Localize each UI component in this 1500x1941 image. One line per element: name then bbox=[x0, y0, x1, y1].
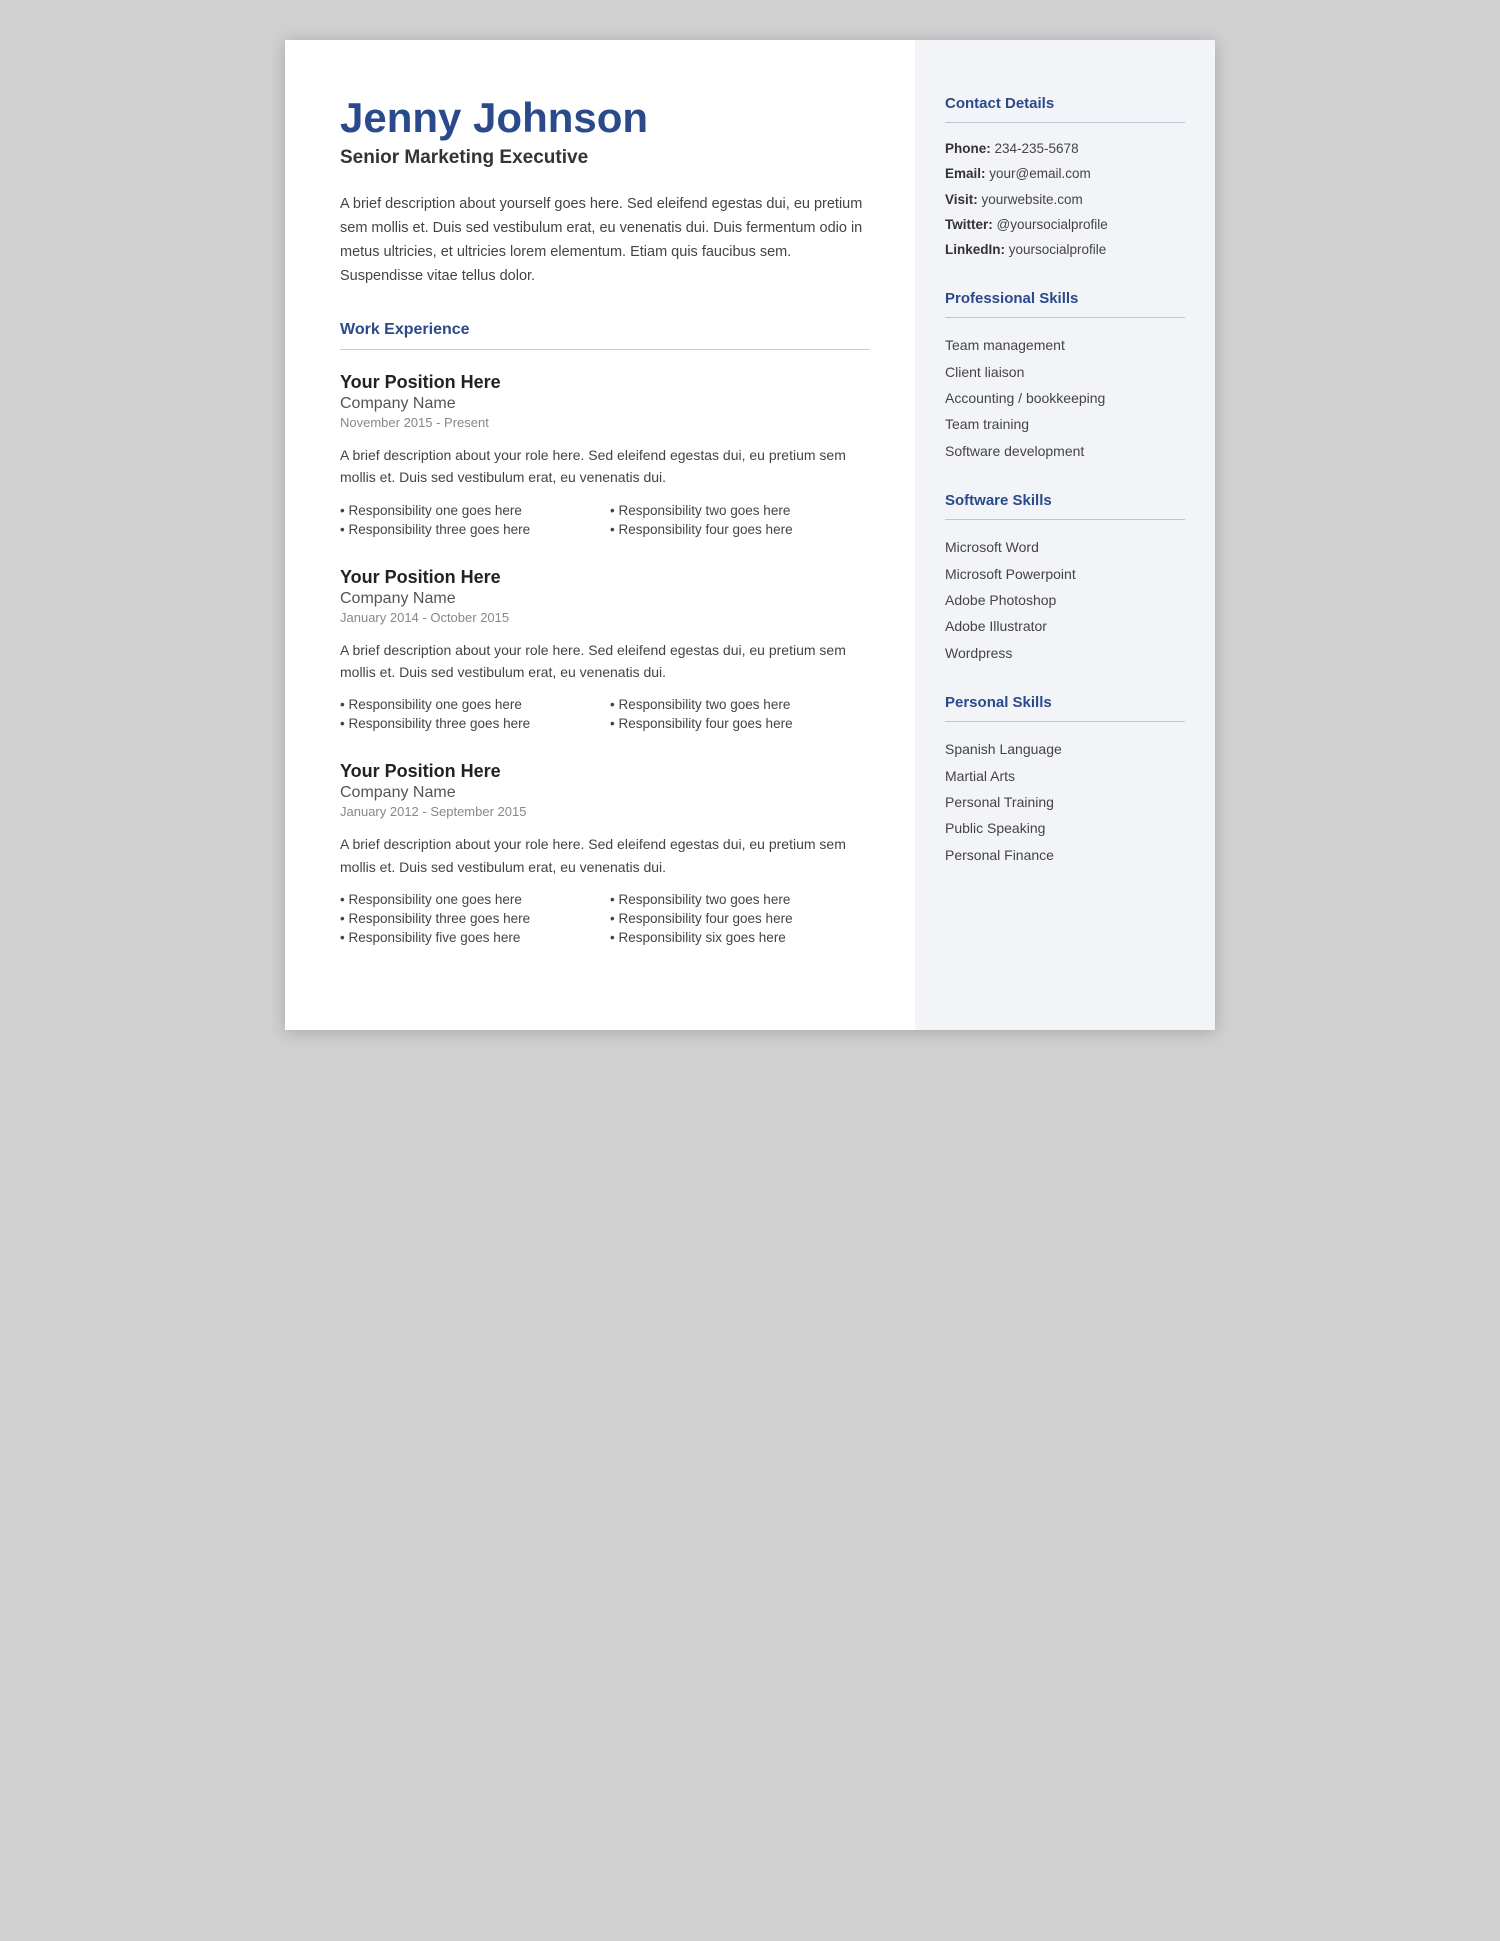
job-dates: January 2014 - October 2015 bbox=[340, 610, 870, 625]
skill-item: Personal Finance bbox=[945, 844, 1185, 866]
contact-section: Contact Details Phone: 234-235-5678 Email… bbox=[945, 95, 1185, 260]
contact-item: Email: your@email.com bbox=[945, 164, 1185, 184]
candidate-bio: A brief description about yourself goes … bbox=[340, 193, 870, 289]
personal-skills-divider bbox=[945, 721, 1185, 722]
responsibility-item: Responsibility six goes here bbox=[610, 930, 870, 945]
left-column: Jenny Johnson Senior Marketing Executive… bbox=[285, 40, 915, 1030]
contact-item: Twitter: @yoursocialprofile bbox=[945, 215, 1185, 235]
responsibility-item: Responsibility one goes here bbox=[340, 697, 600, 712]
skill-item: Client liaison bbox=[945, 361, 1185, 383]
job-dates: November 2015 - Present bbox=[340, 415, 870, 430]
software-skills-items: Microsoft Word Microsoft Powerpoint Adobe … bbox=[945, 536, 1185, 664]
professional-skills-heading: Professional Skills bbox=[945, 290, 1185, 307]
job-company: Company Name bbox=[340, 395, 870, 413]
responsibility-item: Responsibility one goes here bbox=[340, 503, 600, 518]
contact-divider bbox=[945, 122, 1185, 123]
job-dates: January 2012 - September 2015 bbox=[340, 804, 870, 819]
personal-skills-heading: Personal Skills bbox=[945, 694, 1185, 711]
job-0: Your Position Here Company Name November… bbox=[340, 372, 870, 537]
work-experience-divider bbox=[340, 349, 870, 350]
contact-heading: Contact Details bbox=[945, 95, 1185, 112]
responsibility-item: Responsibility four goes here bbox=[610, 716, 870, 731]
professional-skills-items: Team management Client liaison Accounting … bbox=[945, 334, 1185, 462]
skill-item: Accounting / bookkeeping bbox=[945, 387, 1185, 409]
job-title: Your Position Here bbox=[340, 372, 870, 393]
skill-item: Adobe Photoshop bbox=[945, 589, 1185, 611]
skill-item: Microsoft Word bbox=[945, 536, 1185, 558]
job-company: Company Name bbox=[340, 784, 870, 802]
skill-item: Adobe Illustrator bbox=[945, 615, 1185, 637]
skill-item: Spanish Language bbox=[945, 738, 1185, 760]
responsibility-item: Responsibility two goes here bbox=[610, 892, 870, 907]
skill-item: Public Speaking bbox=[945, 817, 1185, 839]
job-title: Your Position Here bbox=[340, 761, 870, 782]
software-skills-section: Software Skills Microsoft WordMicrosoft … bbox=[945, 492, 1185, 664]
right-column: Contact Details Phone: 234-235-5678 Email… bbox=[915, 40, 1215, 1030]
job-title: Your Position Here bbox=[340, 567, 870, 588]
jobs-container: Your Position Here Company Name November… bbox=[340, 372, 870, 945]
job-description: A brief description about your role here… bbox=[340, 833, 870, 878]
skill-item: Microsoft Powerpoint bbox=[945, 563, 1185, 585]
responsibility-item: Responsibility two goes here bbox=[610, 503, 870, 518]
personal-skills-items: Spanish Language Martial Arts Personal Tra… bbox=[945, 738, 1185, 866]
software-skills-divider bbox=[945, 519, 1185, 520]
candidate-title: Senior Marketing Executive bbox=[340, 147, 870, 169]
skill-item: Software development bbox=[945, 440, 1185, 462]
personal-skills-section: Personal Skills Spanish Language Martial … bbox=[945, 694, 1185, 866]
resume-page: Jenny Johnson Senior Marketing Executive… bbox=[285, 40, 1215, 1030]
responsibility-item: Responsibility four goes here bbox=[610, 522, 870, 537]
work-experience-heading: Work Experience bbox=[340, 321, 870, 339]
job-2: Your Position Here Company Name January … bbox=[340, 761, 870, 945]
job-description: A brief description about your role here… bbox=[340, 444, 870, 489]
responsibility-item: Responsibility one goes here bbox=[340, 892, 600, 907]
responsibility-item: Responsibility two goes here bbox=[610, 697, 870, 712]
candidate-name: Jenny Johnson bbox=[340, 95, 870, 141]
responsibility-item: Responsibility three goes here bbox=[340, 716, 600, 731]
professional-skills-divider bbox=[945, 317, 1185, 318]
contact-item: Phone: 234-235-5678 bbox=[945, 139, 1185, 159]
skill-item: Team training bbox=[945, 413, 1185, 435]
skill-item: Martial Arts bbox=[945, 765, 1185, 787]
responsibility-item: Responsibility five goes here bbox=[340, 930, 600, 945]
responsibility-item: Responsibility four goes here bbox=[610, 911, 870, 926]
software-skills-heading: Software Skills bbox=[945, 492, 1185, 509]
contact-items: Phone: 234-235-5678 Email: your@email.com… bbox=[945, 139, 1185, 260]
job-company: Company Name bbox=[340, 590, 870, 608]
job-description: A brief description about your role here… bbox=[340, 639, 870, 684]
contact-item: LinkedIn: yoursocialprofile bbox=[945, 240, 1185, 260]
skill-item: Wordpress bbox=[945, 642, 1185, 664]
professional-skills-section: Professional Skills Team management Clien… bbox=[945, 290, 1185, 462]
responsibility-item: Responsibility three goes here bbox=[340, 522, 600, 537]
contact-item: Visit: yourwebsite.com bbox=[945, 190, 1185, 210]
skill-item: Personal Training bbox=[945, 791, 1185, 813]
skill-item: Team management bbox=[945, 334, 1185, 356]
responsibility-item: Responsibility three goes here bbox=[340, 911, 600, 926]
job-1: Your Position Here Company Name January … bbox=[340, 567, 870, 732]
